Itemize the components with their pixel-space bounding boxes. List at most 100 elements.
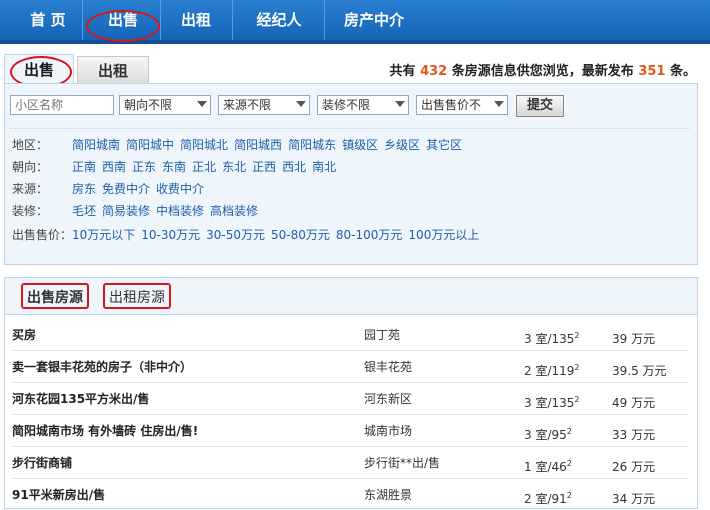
- top-nav: 首 页 出售 出租 经纪人 房产中介: [0, 0, 710, 44]
- filter-option[interactable]: 正东: [132, 160, 156, 174]
- filter-option[interactable]: 镇级区: [342, 138, 378, 152]
- filter-option[interactable]: 东南: [162, 160, 186, 174]
- search-tabs: 出售 出租 共有 432 条房源信息供您浏览，最新发布 351 条。: [4, 54, 696, 88]
- filter-label: 出售售价：: [12, 228, 73, 242]
- listing-price: 33 万元: [612, 428, 656, 442]
- listing-title[interactable]: 步行街商铺: [12, 454, 72, 471]
- filter-option[interactable]: 毛坯: [72, 204, 96, 218]
- filter-option[interactable]: 西南: [102, 160, 126, 174]
- listing-rooms-text: 3 室/135: [524, 332, 575, 346]
- area-unit-sup: 2: [566, 491, 572, 500]
- filter-option[interactable]: 正南: [72, 160, 96, 174]
- chevron-down-icon: [494, 101, 504, 107]
- tab-sell-listings[interactable]: 出售房源: [21, 283, 89, 309]
- nav-sell[interactable]: 出售: [88, 8, 158, 32]
- nav-home[interactable]: 首 页: [18, 8, 78, 32]
- nav-divider: [160, 0, 161, 40]
- listing-title[interactable]: 91平米新房出/售: [12, 486, 105, 503]
- filter-option[interactable]: 中档装修: [156, 204, 204, 218]
- filter-option[interactable]: 高档装修: [210, 204, 258, 218]
- listing-rooms: 2 室/912: [524, 490, 572, 507]
- filter-row-orientation: 朝向： 正南 西南 正东 东南 正北 东北 正西 西北 南北: [12, 158, 342, 176]
- filter-option[interactable]: 房东: [72, 182, 96, 196]
- listing-row[interactable]: 买房 园丁苑 3 室/1352 39 万元: [12, 318, 688, 351]
- filter-label: 来源：: [12, 182, 49, 196]
- filter-label: 朝向：: [12, 160, 49, 174]
- filter-option[interactable]: 10-30万元: [141, 228, 200, 242]
- filter-option[interactable]: 正北: [192, 160, 216, 174]
- decoration-select[interactable]: 装修不限: [317, 95, 409, 115]
- filter-option[interactable]: 正西: [252, 160, 276, 174]
- listing-title[interactable]: 河东花园135平方米出/售: [12, 390, 149, 407]
- chevron-down-icon: [395, 101, 405, 107]
- submit-button[interactable]: 提交: [516, 95, 564, 117]
- listing-rooms: 2 室/1192: [524, 362, 580, 379]
- stats-count: 432: [420, 64, 448, 79]
- decoration-select-value: 装修不限: [322, 98, 371, 112]
- filter-option[interactable]: 30-50万元: [206, 228, 265, 242]
- filter-option[interactable]: 简易装修: [102, 204, 150, 218]
- listing-community: 银丰花苑: [364, 360, 413, 374]
- listing-community: 城南市场: [364, 424, 413, 438]
- listing-price: 49 万元: [612, 396, 656, 410]
- filter-option[interactable]: 东北: [222, 160, 246, 174]
- listing-title[interactable]: 卖一套银丰花苑的房子（非中介）: [12, 358, 192, 375]
- price-select-value: 出售售价不: [421, 98, 482, 112]
- tab-sell[interactable]: 出售: [4, 54, 74, 85]
- listing-community: 河东新区: [364, 392, 413, 406]
- listing-row[interactable]: 步行街商铺 步行街**出/售 1 室/462 26 万元: [12, 446, 688, 479]
- listing-rooms-text: 1 室/46: [524, 460, 567, 474]
- price-select[interactable]: 出售售价不: [416, 95, 508, 115]
- listing-rooms: 1 室/462: [524, 458, 572, 475]
- area-unit-sup: 2: [574, 363, 580, 372]
- filter-option[interactable]: 80-100万元: [336, 228, 403, 242]
- listing-community: 东湖胜景: [364, 488, 413, 502]
- nav-divider: [82, 0, 83, 40]
- listing-price: 34 万元: [612, 492, 656, 506]
- filter-option[interactable]: 乡级区: [384, 138, 420, 152]
- listing-row[interactable]: 河东花园135平方米出/售 河东新区 3 室/1352 49 万元: [12, 382, 688, 415]
- listing-stats: 共有 432 条房源信息供您浏览，最新发布 351 条。: [390, 60, 696, 79]
- filter-option[interactable]: 南北: [312, 160, 336, 174]
- listing-rooms-text: 3 室/135: [524, 396, 575, 410]
- filter-option[interactable]: 100万元以上: [408, 228, 479, 242]
- tab-rent[interactable]: 出租: [77, 56, 149, 86]
- filter-option[interactable]: 简阳城西: [234, 138, 282, 152]
- community-input[interactable]: [10, 95, 114, 115]
- listing-title[interactable]: 买房: [12, 326, 36, 343]
- stats-middle: 条房源信息供您浏览，最新发布: [451, 64, 634, 79]
- tab-rent-listings[interactable]: 出租房源: [103, 283, 171, 309]
- area-unit-sup: 2: [566, 427, 572, 436]
- nav-agents[interactable]: 经纪人: [244, 8, 314, 32]
- filter-option[interactable]: 其它区: [426, 138, 462, 152]
- filter-option[interactable]: 西北: [282, 160, 306, 174]
- listing-row[interactable]: 91平米新房出/售 东湖胜景 2 室/912 34 万元: [12, 478, 688, 510]
- nav-divider: [232, 0, 233, 40]
- listings-header: 出售房源 出租房源: [5, 278, 697, 315]
- listing-row[interactable]: 卖一套银丰花苑的房子（非中介） 银丰花苑 2 室/1192 39.5 万元: [12, 350, 688, 383]
- source-select[interactable]: 来源不限: [218, 95, 310, 115]
- nav-rent[interactable]: 出租: [166, 8, 226, 32]
- filter-option[interactable]: 50-80万元: [271, 228, 330, 242]
- listing-rooms: 3 室/1352: [524, 330, 580, 347]
- listing-price: 39 万元: [612, 332, 656, 346]
- filter-option[interactable]: 免费中介: [102, 182, 150, 196]
- filter-row-area: 地区： 简阳城南 简阳城中 简阳城北 简阳城西 简阳城东 镇级区 乡级区 其它区: [12, 136, 468, 154]
- filter-row-decoration: 装修： 毛坯 简易装修 中档装修 高档装修: [12, 202, 264, 220]
- filter-option[interactable]: 简阳城中: [126, 138, 174, 152]
- listing-rooms: 3 室/952: [524, 426, 572, 443]
- listing-title[interactable]: 简阳城南市场 有外墙砖 住房出/售!: [12, 422, 198, 439]
- filter-option[interactable]: 简阳城北: [180, 138, 228, 152]
- filter-option[interactable]: 10万元以下: [72, 228, 135, 242]
- filter-option[interactable]: 收费中介: [156, 182, 204, 196]
- filter-option[interactable]: 简阳城南: [72, 138, 120, 152]
- nav-agencies[interactable]: 房产中介: [334, 8, 414, 32]
- listing-row[interactable]: 简阳城南市场 有外墙砖 住房出/售! 城南市场 3 室/952 33 万元: [12, 414, 688, 447]
- filter-option[interactable]: 简阳城东: [288, 138, 336, 152]
- orientation-select[interactable]: 朝向不限: [119, 95, 211, 115]
- listing-rooms-text: 2 室/119: [524, 364, 575, 378]
- filter-row-price: 出售售价：10万元以下 10-30万元 30-50万元 50-80万元 80-100万元…: [12, 226, 485, 244]
- stats-prefix: 共有: [389, 64, 416, 79]
- filter-label: 地区：: [12, 138, 49, 152]
- stats-suffix: 条。: [669, 64, 696, 79]
